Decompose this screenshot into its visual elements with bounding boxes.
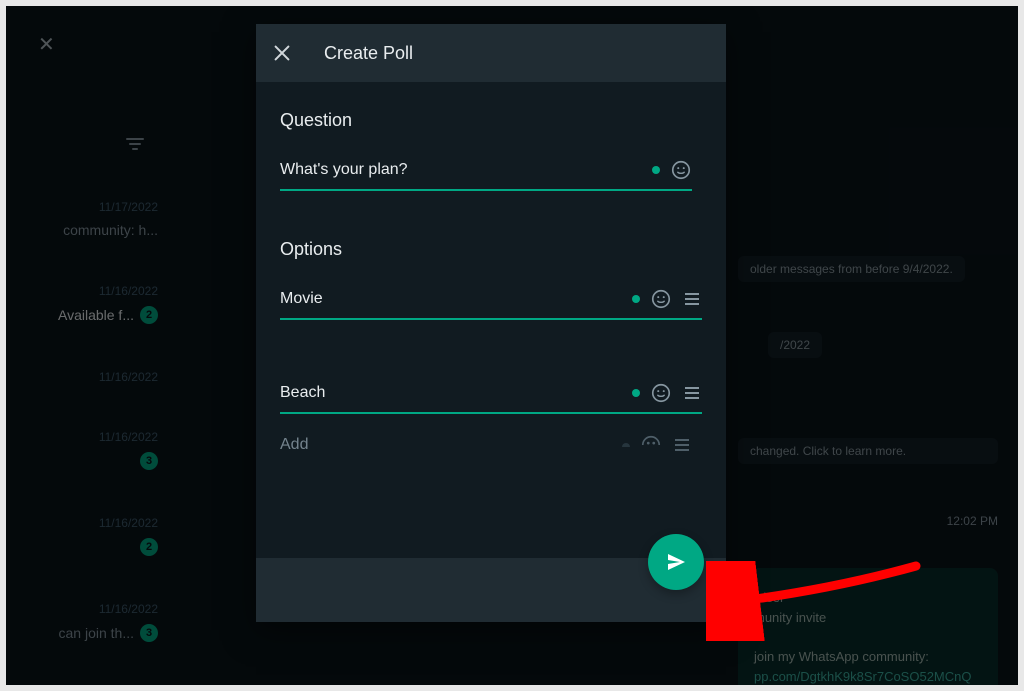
drag-handle-icon xyxy=(672,435,692,455)
emoji-icon[interactable] xyxy=(670,159,692,181)
option-input[interactable] xyxy=(280,380,622,406)
input-indicator-dot xyxy=(652,166,660,174)
modal-title: Create Poll xyxy=(324,43,413,64)
input-indicator-dot xyxy=(632,295,640,303)
poll-option-row xyxy=(280,286,718,320)
input-indicator-dot xyxy=(622,443,630,447)
send-poll-button[interactable] xyxy=(648,534,704,590)
close-icon[interactable] xyxy=(270,41,294,65)
add-option-row[interactable]: Add xyxy=(280,434,692,456)
input-indicator-dot xyxy=(632,389,640,397)
question-section-label: Question xyxy=(280,110,718,131)
option-input-row xyxy=(280,380,702,414)
modal-header: Create Poll xyxy=(256,24,726,82)
emoji-icon[interactable] xyxy=(650,382,672,404)
emoji-icon xyxy=(640,434,662,456)
modal-body: Question Options xyxy=(256,82,726,558)
question-input[interactable] xyxy=(280,157,642,183)
create-poll-modal: Create Poll Question Options xyxy=(256,24,726,622)
question-input-row xyxy=(280,157,692,191)
options-section: Options xyxy=(280,239,718,456)
option-input[interactable] xyxy=(280,286,622,312)
drag-handle-icon[interactable] xyxy=(682,383,702,403)
options-section-label: Options xyxy=(280,239,718,260)
emoji-icon[interactable] xyxy=(650,288,672,310)
option-input-row xyxy=(280,286,702,320)
app-window: ✕ 11/17/2022 community: h... 11/16/2022 … xyxy=(6,6,1018,685)
modal-footer xyxy=(256,558,726,622)
add-option-label: Add xyxy=(280,436,612,454)
poll-option-row xyxy=(280,380,718,414)
options-scroll-area xyxy=(280,286,718,414)
drag-handle-icon[interactable] xyxy=(682,289,702,309)
screenshot-frame: ✕ 11/17/2022 community: h... 11/16/2022 … xyxy=(0,0,1024,691)
